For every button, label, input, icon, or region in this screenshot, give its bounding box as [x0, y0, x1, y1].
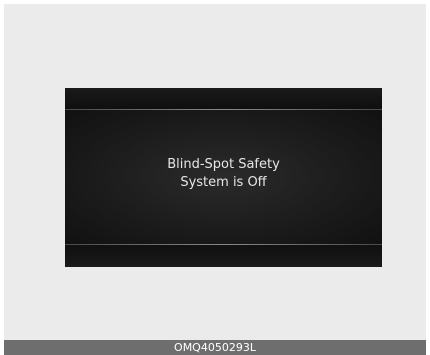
display-top-band	[65, 88, 382, 109]
cluster-display: Blind-Spot Safety System is Off	[65, 88, 382, 267]
illustration-frame: Blind-Spot Safety System is Off	[4, 4, 426, 340]
figure-code: OMQ4050293L	[174, 341, 256, 354]
warning-message-line-1: Blind-Spot Safety	[167, 157, 280, 172]
figure-caption-bar: OMQ4050293L	[4, 340, 426, 355]
warning-message-line-2: System is Off	[180, 175, 267, 190]
warning-message: Blind-Spot Safety System is Off	[65, 156, 382, 192]
display-bottom-band	[65, 245, 382, 267]
